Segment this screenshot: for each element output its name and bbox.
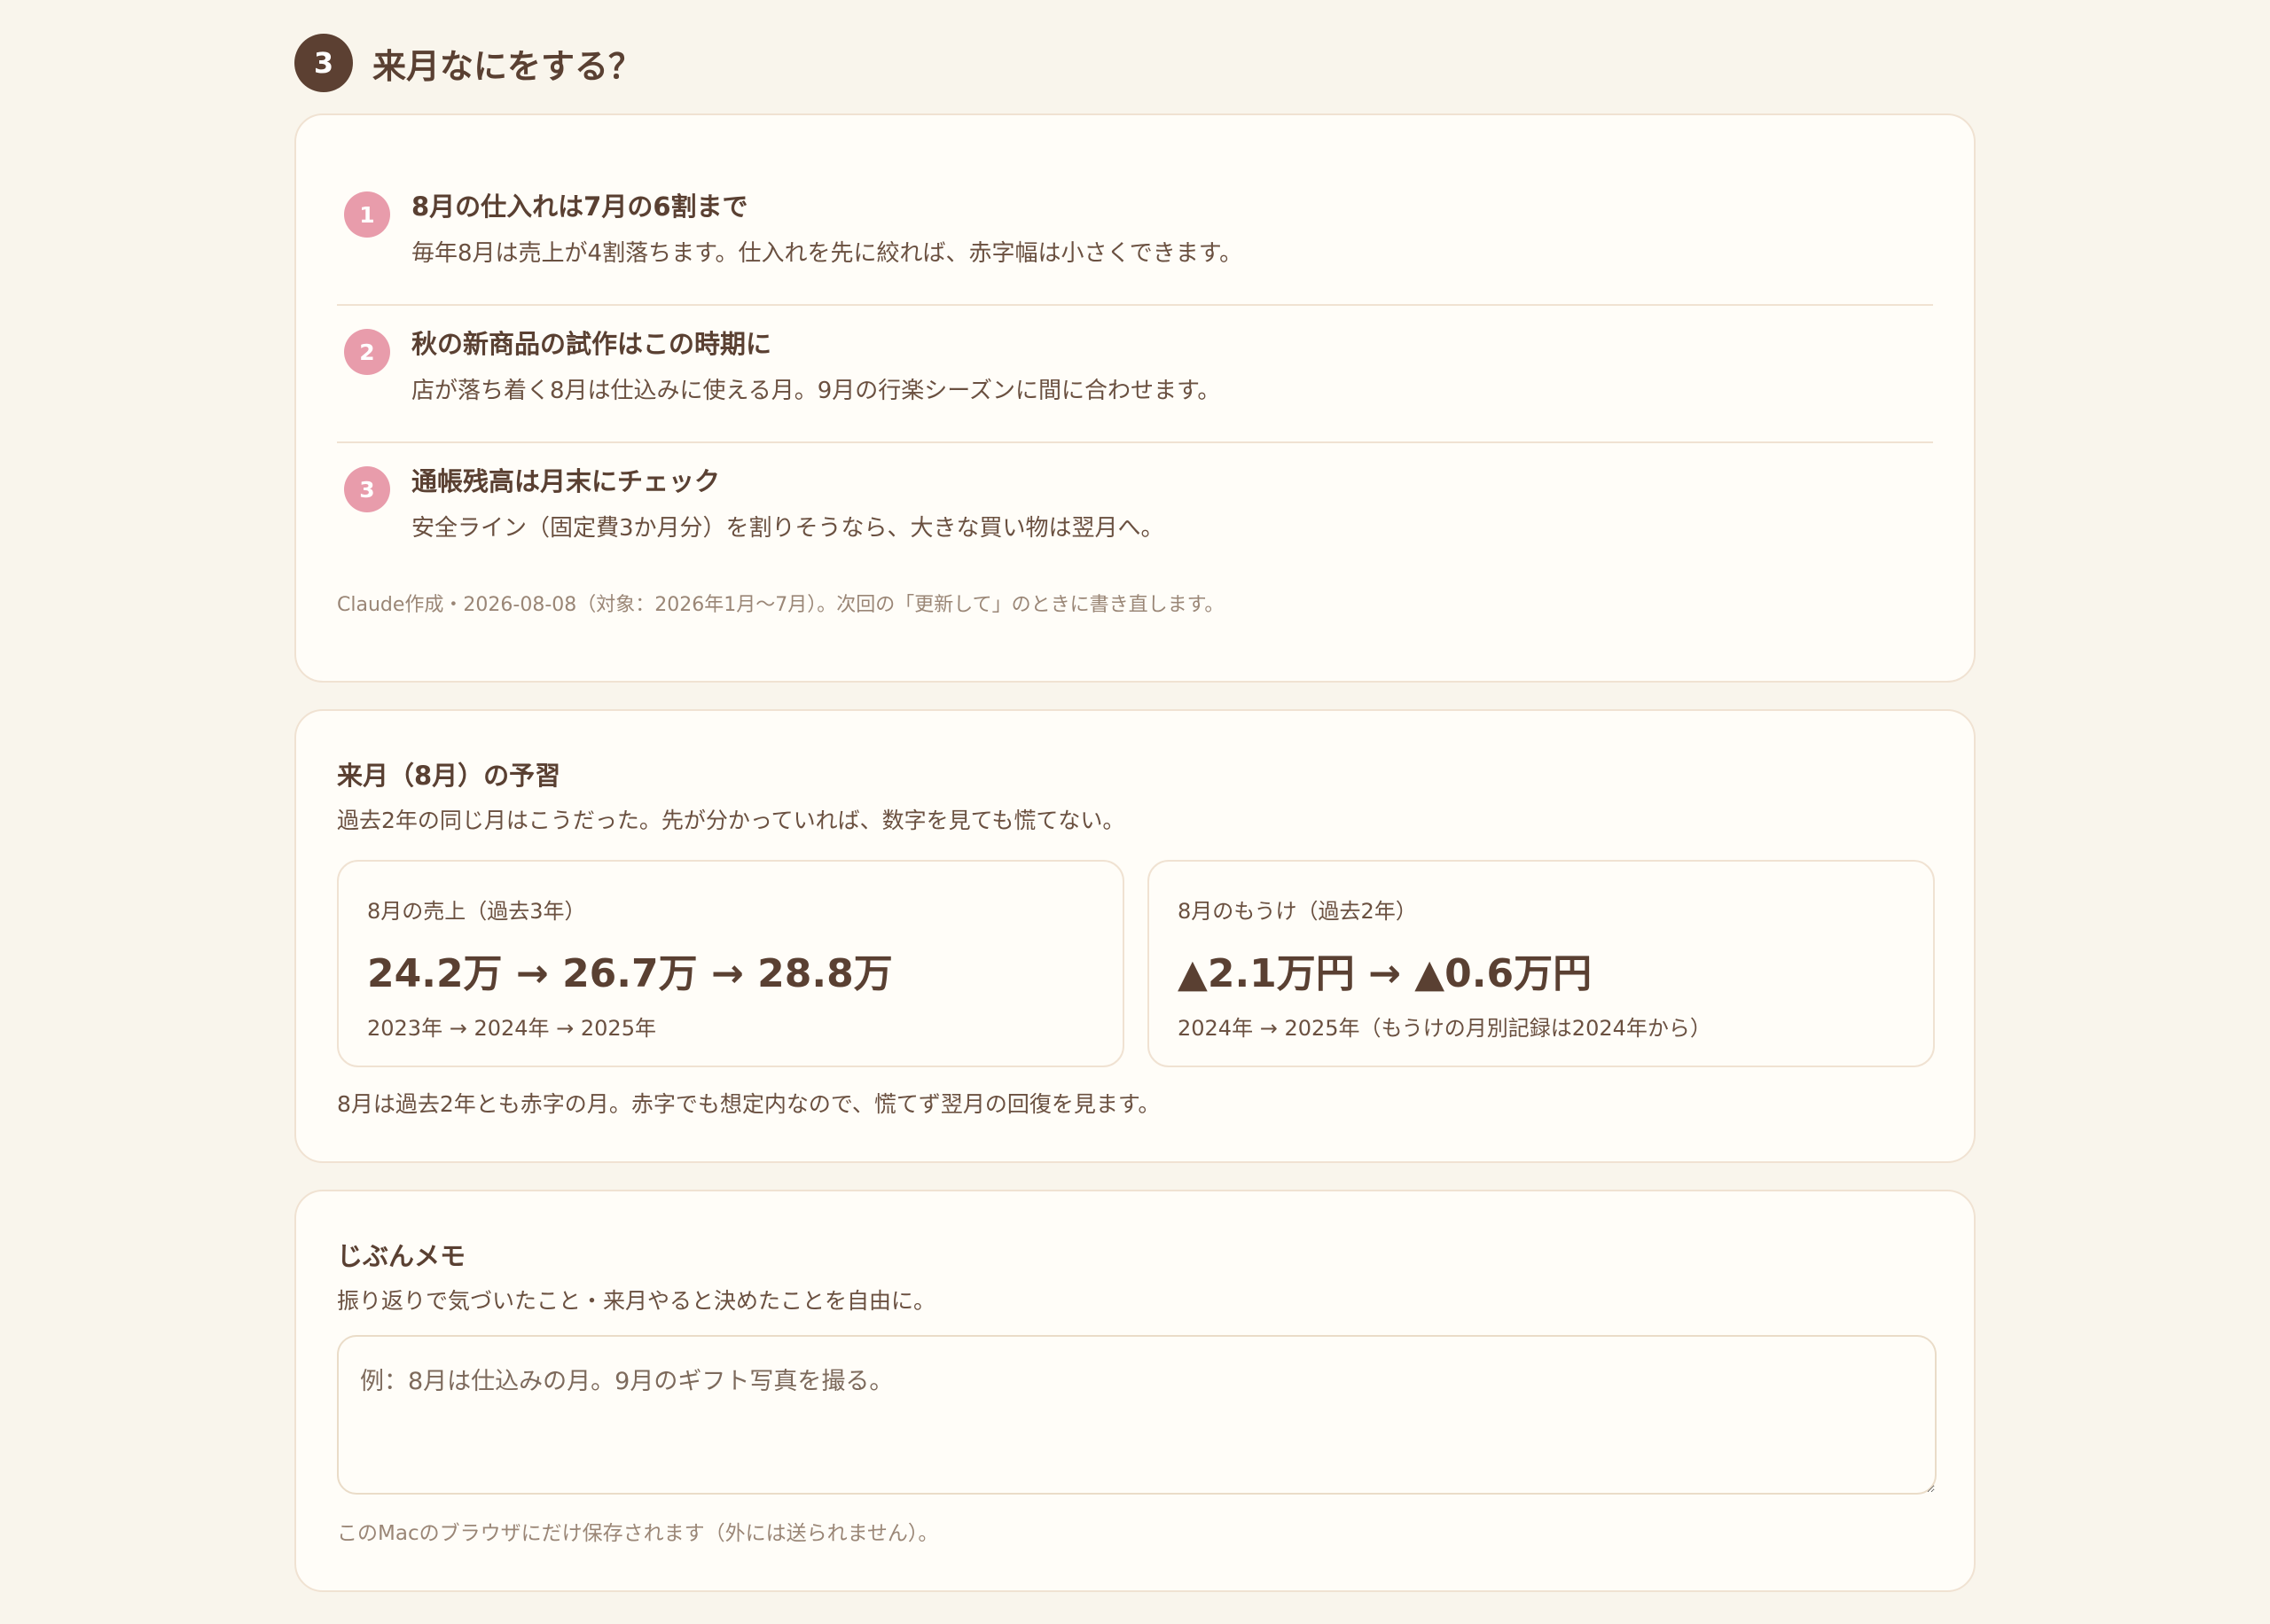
profit-stat-label: 8月のもうけ（過去2年） xyxy=(1178,899,1417,924)
advice-description: 毎年8月は売上が4割落ちます。仕入れを先に絞れば、赤字幅は小さくできます。 xyxy=(411,240,1243,267)
sales-stat-note: 2023年 → 2024年 → 2025年 xyxy=(367,1016,656,1041)
sales-stat-label: 8月の売上（過去3年） xyxy=(367,899,586,924)
preview-note: 8月は過去2年とも赤字の月。赤字でも想定内なので、慌てず翌月の回復を見ます。 xyxy=(337,1091,1161,1117)
memo-footnote: このMacのブラウザにだけ保存されます（外には送られません）。 xyxy=(337,1522,939,1545)
advice-description: 安全ライン（固定費3か月分）を割りそうなら、大きな買い物は翌月へ。 xyxy=(411,515,1164,542)
advice-footnote: Claude作成・2026-08-08（対象：2026年1月〜7月）。次回の「更… xyxy=(337,594,1225,616)
section-number-badge: 3 xyxy=(294,34,353,92)
advice-item: 2 秋の新商品の試作はこの時期に 店が落ち着く8月は仕込みに使える月。9月の行楽… xyxy=(337,306,1933,443)
advice-title: 通帳残高は月末にチェック xyxy=(411,466,721,496)
section-title: 来月なにをする？ xyxy=(372,46,643,86)
preview-subtitle: 過去2年の同じ月はこうだった。先が分かっていれば、数字を見ても慌てない。 xyxy=(337,808,1125,833)
advice-list: 1 8月の仕入れは7月の6割まで 毎年8月は売上が4割落ちます。仕入れを先に絞れ… xyxy=(337,168,1933,581)
next-month-preview-card: 来月（8月）の予習 過去2年の同じ月はこうだった。先が分かっていれば、数字を見て… xyxy=(294,709,1976,1163)
advice-number-badge: 2 xyxy=(344,329,390,375)
memo-textarea[interactable] xyxy=(337,1335,1937,1495)
profit-stat-note: 2024年 → 2025年（もうけの月別記録は2024年から） xyxy=(1178,1016,1711,1041)
section-header: 3 来月なにをする？ xyxy=(294,34,642,92)
sales-stat-value: 24.2万 → 26.7万 → 28.8万 xyxy=(367,951,893,996)
advice-item: 3 通帳残高は月末にチェック 安全ライン（固定費3か月分）を割りそうなら、大きな… xyxy=(337,443,1933,581)
advice-title: 秋の新商品の試作はこの時期に xyxy=(411,329,772,359)
advice-number-badge: 1 xyxy=(344,191,390,238)
preview-heading: 来月（8月）の予習 xyxy=(337,761,561,791)
memo-subtitle: 振り返りで気づいたこと・来月やると決めたことを自由に。 xyxy=(337,1288,936,1314)
profit-stat-value: ▲2.1万円 → ▲0.6万円 xyxy=(1178,951,1593,996)
next-month-advice-card: 1 8月の仕入れは7月の6割まで 毎年8月は売上が4割落ちます。仕入れを先に絞れ… xyxy=(294,113,1976,683)
sales-stat-box: 8月の売上（過去3年） 24.2万 → 26.7万 → 28.8万 2023年 … xyxy=(337,860,1124,1067)
memo-heading: じぶんメモ xyxy=(337,1241,466,1271)
advice-item: 1 8月の仕入れは7月の6割まで 毎年8月は売上が4割落ちます。仕入れを先に絞れ… xyxy=(337,168,1933,306)
profit-stat-box: 8月のもうけ（過去2年） ▲2.1万円 → ▲0.6万円 2024年 → 202… xyxy=(1147,860,1935,1067)
page: 3 来月なにをする？ 1 8月の仕入れは7月の6割まで 毎年8月は売上が4割落ち… xyxy=(0,0,2270,1624)
advice-title: 8月の仕入れは7月の6割まで xyxy=(411,191,748,222)
advice-description: 店が落ち着く8月は仕込みに使える月。9月の行楽シーズンに間に合わせます。 xyxy=(411,378,1221,404)
memo-card: じぶんメモ 振り返りで気づいたこと・来月やると決めたことを自由に。 このMacの… xyxy=(294,1190,1976,1592)
advice-number-badge: 3 xyxy=(344,466,390,512)
